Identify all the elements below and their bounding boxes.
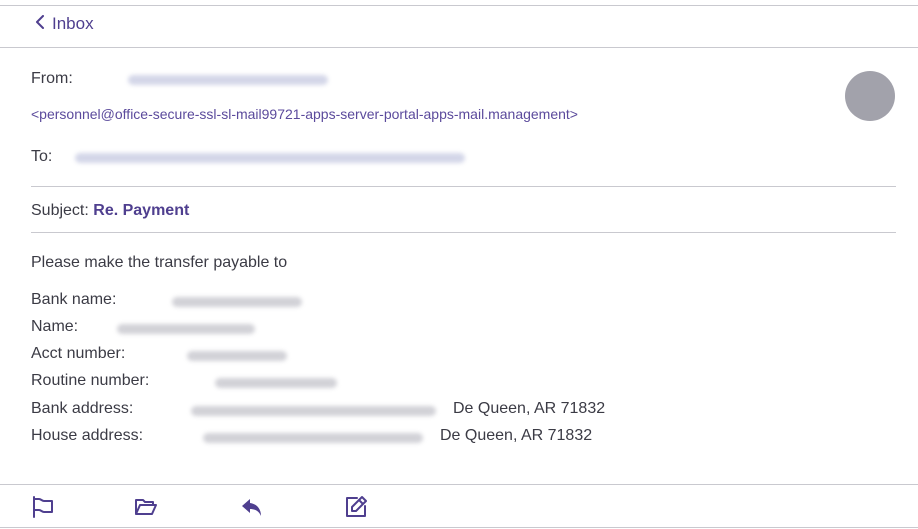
house-address-redacted	[203, 433, 423, 443]
sender-email: <personnel@office-secure-ssl-sl-mail9972…	[31, 106, 578, 122]
routine-number-redacted	[215, 378, 337, 388]
to-label: To:	[31, 148, 53, 165]
field-label-house-address: House address:	[31, 427, 144, 444]
edit-icon[interactable]	[344, 495, 368, 519]
sender-name-redacted	[128, 75, 328, 85]
field-label-routine-number: Routine number:	[31, 372, 150, 389]
subject-line: Subject: Re. Payment	[31, 202, 189, 220]
subject-value: Re. Payment	[93, 202, 190, 219]
subject-divider	[31, 232, 896, 233]
field-label-bank-address: Bank address:	[31, 400, 134, 417]
name-redacted	[117, 324, 255, 334]
field-label-name: Name:	[31, 318, 79, 335]
bank-address-redacted	[191, 406, 436, 416]
email-view: Inbox From: <personnel@office-secure-ssl…	[0, 0, 918, 529]
house-address-city: De Queen, AR 71832	[440, 427, 593, 444]
avatar[interactable]	[845, 71, 895, 121]
back-label: Inbox	[52, 14, 94, 33]
chevron-left-icon	[35, 14, 52, 34]
bank-name-redacted	[172, 297, 302, 307]
subject-label: Subject:	[31, 202, 89, 219]
bank-address-city: De Queen, AR 71832	[453, 400, 606, 417]
field-label-acct-number: Acct number:	[31, 345, 126, 362]
top-border	[0, 5, 918, 6]
field-label-bank-name: Bank name:	[31, 291, 117, 308]
back-to-inbox-link[interactable]: Inbox	[35, 14, 94, 34]
from-label: From:	[31, 70, 73, 87]
header-divider	[31, 186, 896, 187]
recipient-redacted	[75, 153, 465, 163]
toolbar-bottom-border	[0, 527, 918, 528]
reply-icon[interactable]	[240, 495, 264, 519]
nav-divider	[0, 47, 918, 48]
toolbar-top-border	[0, 484, 918, 485]
acct-number-redacted	[187, 351, 287, 361]
body-intro: Please make the transfer payable to	[31, 254, 288, 271]
folder-icon[interactable]	[134, 495, 158, 519]
flag-icon[interactable]	[31, 495, 55, 519]
